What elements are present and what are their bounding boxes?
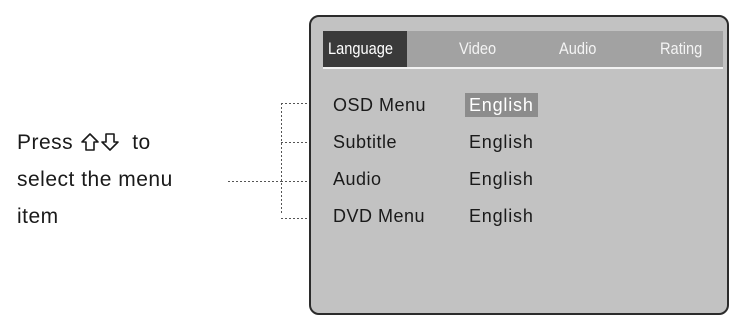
menu-value-subtitle[interactable]: English [469, 130, 534, 154]
tab-language-label: Language [328, 39, 394, 58]
menu-value-audio[interactable]: English [469, 167, 534, 191]
menu-item-dvd-menu[interactable]: DVD Menu [333, 204, 425, 228]
tab-video[interactable]: Video [459, 31, 496, 67]
instruction-to-word: to [132, 131, 151, 154]
tab-rating[interactable]: Rating [660, 31, 702, 67]
tab-language[interactable]: Language [323, 31, 407, 67]
up-arrow-icon [80, 133, 99, 151]
menu-item-audio[interactable]: Audio [333, 167, 382, 191]
menu-value-dvd-menu[interactable]: English [469, 204, 534, 228]
menu-item-subtitle[interactable]: Subtitle [333, 130, 397, 154]
instruction-line-3: item [17, 205, 59, 228]
down-arrow-icon [100, 133, 119, 151]
osd-setup-panel: Language Video Audio Rating OSD Menu Eng… [309, 15, 729, 315]
tab-audio[interactable]: Audio [559, 31, 596, 67]
menu-value-osd-menu[interactable]: English [465, 93, 538, 117]
tab-bar: Language Video Audio Rating [323, 31, 723, 69]
instruction-line-2: select the menu [17, 168, 173, 191]
instruction-line-1: Press to [17, 124, 232, 161]
instruction-text: Press to select the menu item [17, 124, 232, 235]
instruction-press-word: Press [17, 131, 74, 154]
menu-item-osd-menu[interactable]: OSD Menu [333, 93, 426, 117]
